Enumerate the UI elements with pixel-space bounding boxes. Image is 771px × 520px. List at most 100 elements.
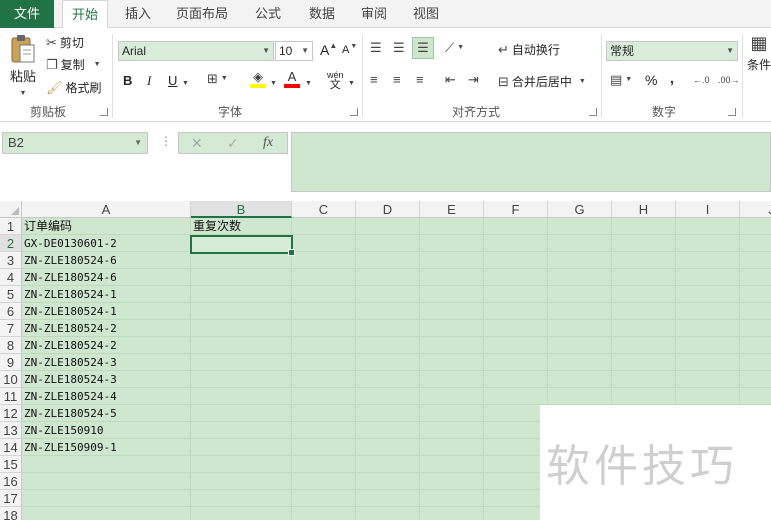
wrap-text-button[interactable]: ↵ 自动换行 <box>498 41 560 58</box>
row-header-4[interactable]: 4 <box>0 269 22 286</box>
tab-data[interactable]: 数据 <box>300 0 344 28</box>
italic-button[interactable]: I <box>147 73 151 89</box>
align-bottom-button[interactable]: ☰ <box>412 37 434 59</box>
cell-a3[interactable]: ZN-ZLE180524-6 <box>22 252 117 269</box>
row-header-5[interactable]: 5 <box>0 286 22 303</box>
currency-format-button[interactable]: ▤ ▼ <box>610 73 632 87</box>
alignment-launcher-icon[interactable] <box>589 108 597 116</box>
chevron-down-icon[interactable]: ▼ <box>94 58 101 72</box>
row-header-7[interactable]: 7 <box>0 320 22 337</box>
cell-a6[interactable]: ZN-ZLE180524-1 <box>22 303 117 320</box>
comma-style-button[interactable]: , <box>670 70 674 86</box>
row-header-9[interactable]: 9 <box>0 354 22 371</box>
paste-button[interactable]: 粘贴 ▼ <box>6 34 40 101</box>
font-launcher-icon[interactable] <box>350 108 358 116</box>
underline-button[interactable]: U <box>168 73 177 88</box>
align-top-button[interactable]: ☰ <box>370 41 382 55</box>
row-header-17[interactable]: 17 <box>0 490 22 507</box>
row-header-15[interactable]: 15 <box>0 456 22 473</box>
confirm-entry-button[interactable]: ✓ <box>227 133 239 153</box>
tab-file[interactable]: 文件 <box>0 0 54 28</box>
column-header-h[interactable]: H <box>612 201 676 218</box>
number-launcher-icon[interactable] <box>728 108 736 116</box>
cell-a4[interactable]: ZN-ZLE180524-6 <box>22 269 117 286</box>
chevron-down-icon[interactable]: ▼ <box>305 77 312 91</box>
cell-a7[interactable]: ZN-ZLE180524-2 <box>22 320 117 337</box>
column-header-e[interactable]: E <box>420 201 484 218</box>
cell-a11[interactable]: ZN-ZLE180524-4 <box>22 388 117 405</box>
increase-indent-button[interactable]: ⇥ <box>468 73 479 87</box>
column-header-a[interactable]: A <box>22 201 191 218</box>
percent-style-button[interactable]: % <box>645 72 657 88</box>
select-all-button[interactable] <box>0 201 22 218</box>
increase-decimal-button[interactable]: ←.0 <box>693 73 710 87</box>
row-header-14[interactable]: 14 <box>0 439 22 456</box>
cell-a5[interactable]: ZN-ZLE180524-1 <box>22 286 117 303</box>
chevron-down-icon[interactable]: ▼ <box>134 133 142 153</box>
chevron-down-icon[interactable]: ▼ <box>182 77 189 91</box>
font-name-combo[interactable]: Arial ▼ <box>118 41 274 61</box>
cancel-entry-button[interactable]: ✕ <box>191 133 203 153</box>
column-header-j[interactable]: J <box>740 201 771 218</box>
cell-a12[interactable]: ZN-ZLE180524-5 <box>22 405 117 422</box>
font-size-combo[interactable]: 10 ▼ <box>275 41 313 61</box>
row-header-3[interactable]: 3 <box>0 252 22 269</box>
cell-b1[interactable]: 重复次数 <box>191 218 241 235</box>
copy-button[interactable]: ❐ 复制 ▼ <box>46 56 101 73</box>
number-format-combo[interactable]: 常规 ▼ <box>606 41 738 61</box>
chevron-down-icon[interactable]: ▼ <box>20 87 27 101</box>
row-header-13[interactable]: 13 <box>0 422 22 439</box>
row-header-11[interactable]: 11 <box>0 388 22 405</box>
merge-center-button[interactable]: ⊟ 合并后居中 ▼ <box>498 73 586 90</box>
format-painter-button[interactable]: 🖌 格式刷 <box>46 79 102 96</box>
row-header-18[interactable]: 18 <box>0 507 22 520</box>
cell-a2[interactable]: GX-DE0130601-2 <box>22 235 117 252</box>
column-header-g[interactable]: G <box>548 201 612 218</box>
cell-a14[interactable]: ZN-ZLE150909-1 <box>22 439 117 456</box>
active-cell-b2[interactable] <box>190 235 295 256</box>
cell-a13[interactable]: ZN-ZLE150910 <box>22 422 103 439</box>
column-header-i[interactable]: I <box>676 201 740 218</box>
insert-function-button[interactable]: fx <box>263 133 273 153</box>
decrease-indent-button[interactable]: ⇤ <box>445 73 456 87</box>
align-left-button[interactable]: ≡ <box>370 73 378 87</box>
chevron-down-icon[interactable]: ▼ <box>348 77 355 91</box>
cell-a10[interactable]: ZN-ZLE180524-3 <box>22 371 117 388</box>
font-color-button[interactable]: A <box>284 70 300 88</box>
row-header-10[interactable]: 10 <box>0 371 22 388</box>
chevron-down-icon[interactable]: ▼ <box>270 77 277 91</box>
row-header-2[interactable]: 2 <box>0 235 22 252</box>
row-header-12[interactable]: 12 <box>0 405 22 422</box>
tab-page-layout[interactable]: 页面布局 <box>172 0 232 28</box>
align-center-button[interactable]: ≡ <box>393 73 401 87</box>
column-header-d[interactable]: D <box>356 201 420 218</box>
tab-home[interactable]: 开始 <box>62 0 108 29</box>
row-header-8[interactable]: 8 <box>0 337 22 354</box>
row-header-16[interactable]: 16 <box>0 473 22 490</box>
borders-button[interactable]: ⊞ ▼ <box>207 72 228 86</box>
formula-input[interactable] <box>291 132 771 192</box>
fill-color-button[interactable]: ◈ <box>250 70 266 88</box>
column-header-c[interactable]: C <box>292 201 356 218</box>
bold-button[interactable]: B <box>123 73 132 88</box>
name-box[interactable]: B2 ▼ <box>2 132 148 154</box>
cell-a8[interactable]: ZN-ZLE180524-2 <box>22 337 117 354</box>
decrease-decimal-button[interactable]: .00→ <box>718 73 740 87</box>
cell-a9[interactable]: ZN-ZLE180524-3 <box>22 354 117 371</box>
align-right-button[interactable]: ≡ <box>416 73 424 87</box>
column-header-b[interactable]: B <box>191 201 292 218</box>
shrink-font-button[interactable]: A ▼ <box>342 43 357 56</box>
align-middle-button[interactable]: ☰ <box>393 41 405 55</box>
tab-insert[interactable]: 插入 <box>116 0 160 28</box>
phonetic-button[interactable]: wén 文 <box>327 70 344 91</box>
cell-a1[interactable]: 订单编码 <box>22 218 72 235</box>
clipboard-launcher-icon[interactable] <box>100 108 108 116</box>
row-header-1[interactable]: 1 <box>0 218 22 235</box>
tab-view[interactable]: 视图 <box>404 0 448 28</box>
orientation-button[interactable]: ⟋ ▼ <box>445 41 464 55</box>
cut-button[interactable]: ✂ 剪切 <box>46 34 84 51</box>
column-header-f[interactable]: F <box>484 201 548 218</box>
tab-formulas[interactable]: 公式 <box>246 0 290 28</box>
row-header-6[interactable]: 6 <box>0 303 22 320</box>
tab-review[interactable]: 审阅 <box>352 0 396 28</box>
